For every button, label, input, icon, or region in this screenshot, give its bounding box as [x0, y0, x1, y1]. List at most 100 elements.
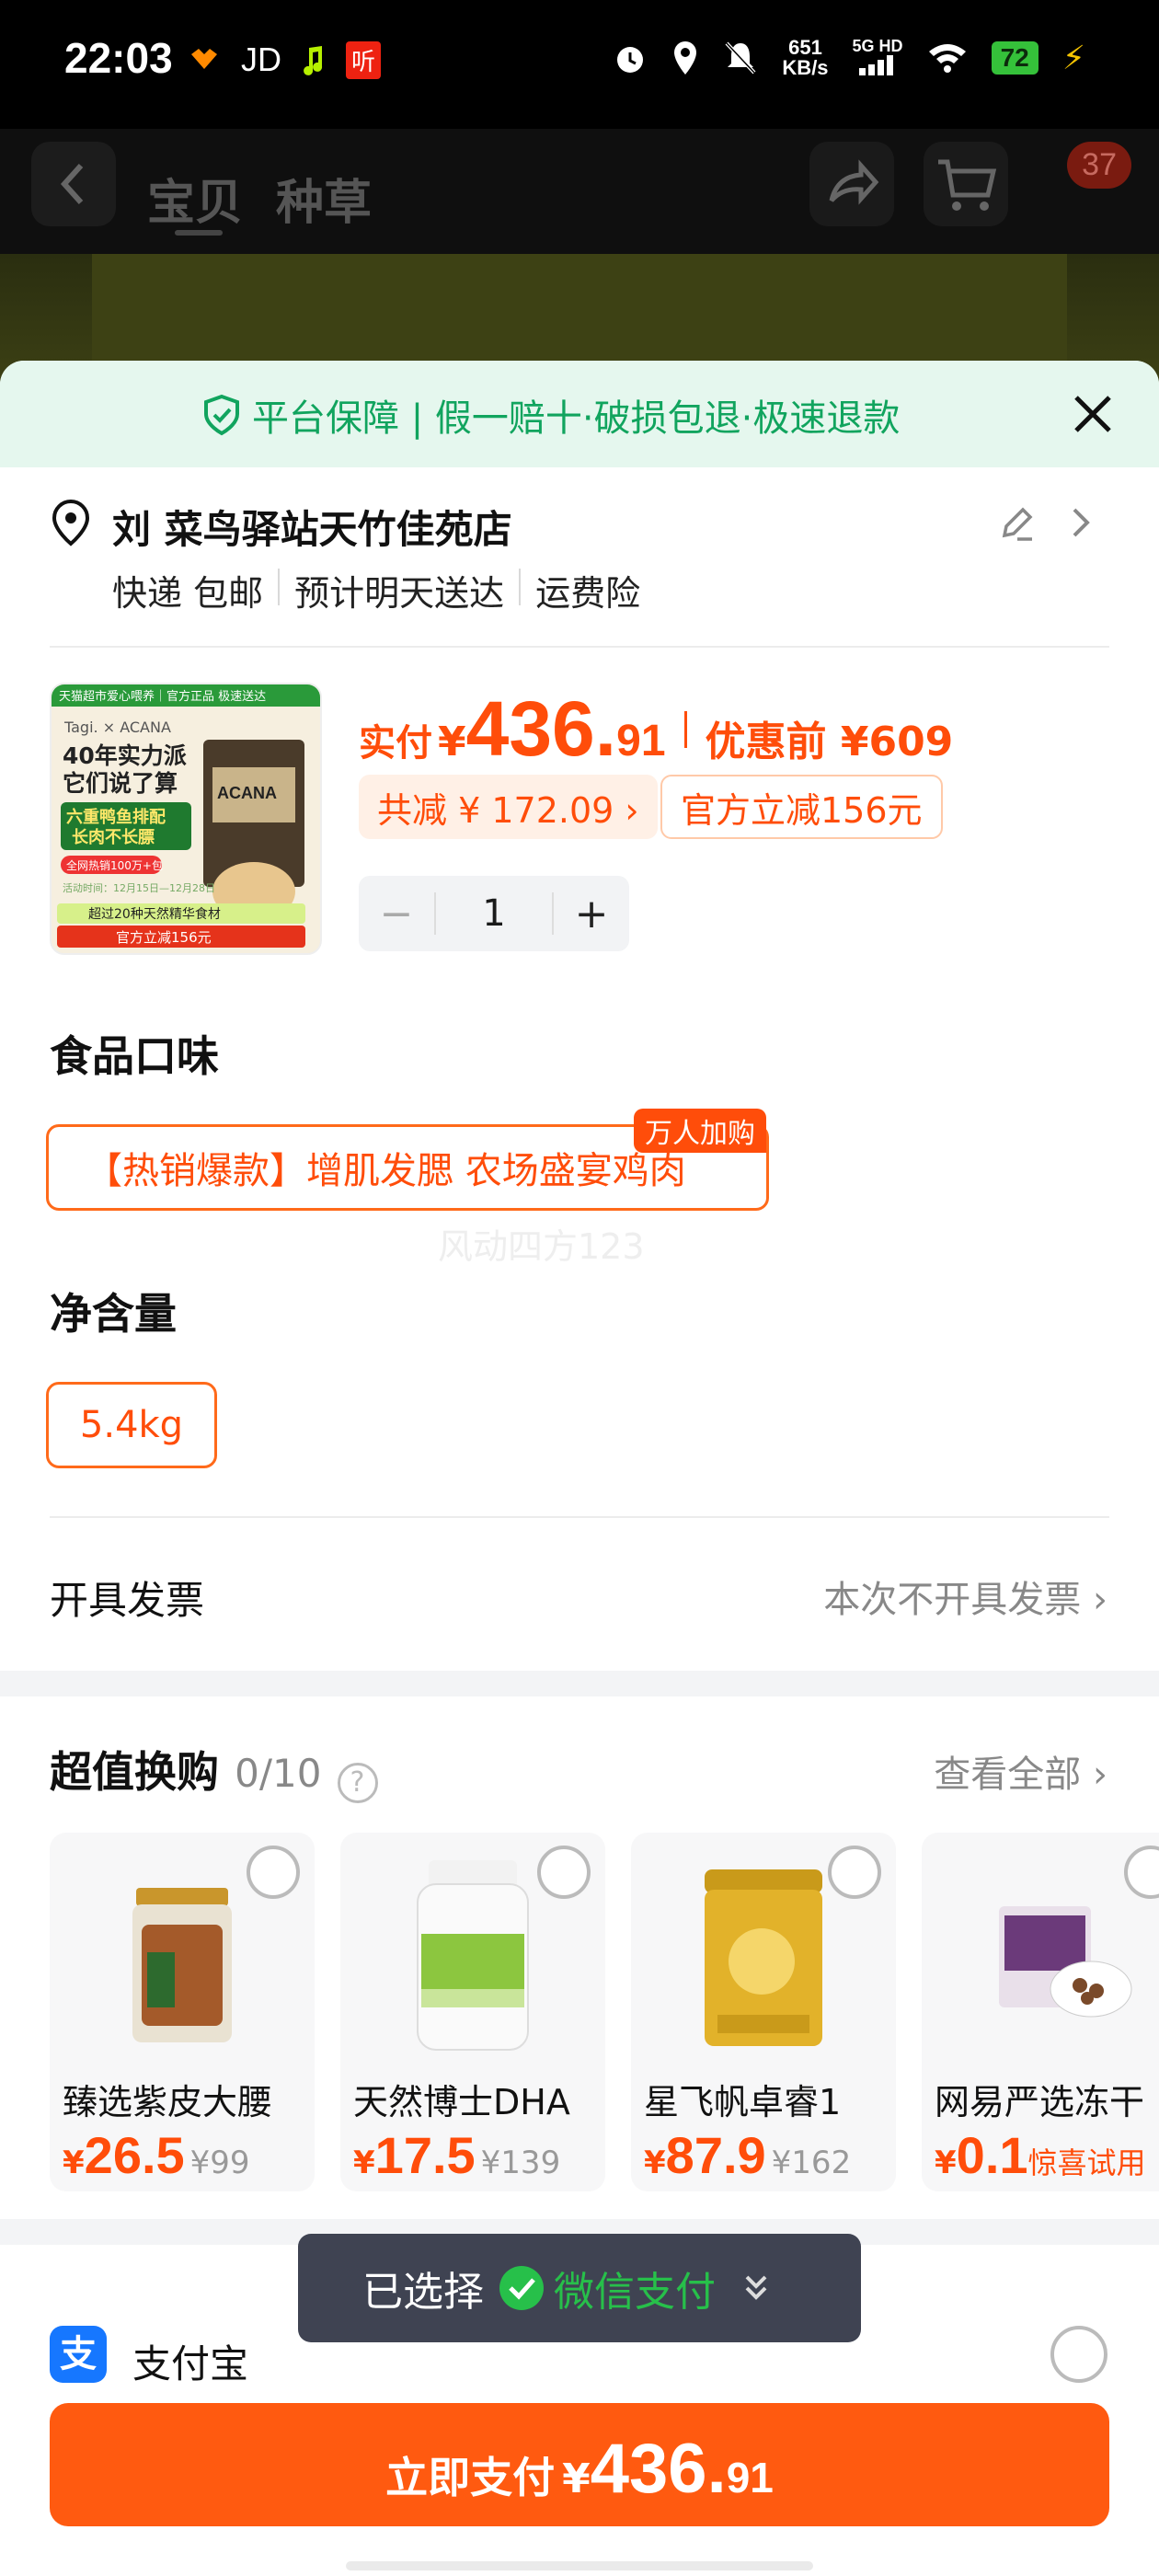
checkout-sheet: 平台保障 | 假一赔十·破损包退·极速退款 刘 菜鸟驿站天竹佳苑店 快递 包邮 …	[0, 361, 1159, 2576]
card-price: ¥17.5 ¥139	[353, 2126, 561, 2184]
chevron-right-icon[interactable]	[1067, 504, 1095, 541]
wechat-pay-method: 微信支付	[499, 2259, 716, 2317]
net-speed: 651 KB/s	[782, 38, 828, 78]
wechat-pay-label: 微信支付	[554, 2269, 716, 2316]
card-price: ¥87.9 ¥162	[644, 2126, 852, 2184]
dimmed-page-header: 宝贝 种草 37	[0, 129, 1159, 254]
cart-button[interactable]	[924, 142, 1008, 226]
close-icon[interactable]	[1067, 388, 1119, 440]
final-price: 实付 ¥ 436. 91 优惠前 ¥609	[359, 684, 953, 774]
wechat-check-icon	[499, 2266, 544, 2310]
exchange-title: 超值换购	[50, 1747, 219, 1797]
thumb-bag-label: ACANA	[217, 784, 277, 802]
exchange-card[interactable]: 臻选紫皮大腰 ¥26.5 ¥99	[50, 1833, 315, 2191]
thumb-date: 活动时间：12月15日—12月28日	[63, 882, 215, 894]
net-speed-unit: KB/s	[782, 56, 829, 79]
watermark: 风动四方123	[438, 1226, 645, 1267]
thumb-banner: 天猫超市爱心喂养｜官方正品 极速送达	[59, 689, 266, 704]
official-discount-chip: 官方立减156元	[660, 775, 943, 839]
price-decimal: 91	[616, 717, 666, 765]
card-price: ¥0.1惊喜试用	[935, 2126, 1146, 2184]
guarantee-label: 平台保障 | 假一赔十·破损包退·极速退款	[252, 397, 901, 440]
invoice-row[interactable]: 开具发票 本次不开具发票 ›	[50, 1557, 1107, 1630]
invoice-value: 本次不开具发票 ›	[823, 1579, 1107, 1621]
price-before-discount: 优惠前 ¥609	[705, 719, 954, 765]
help-circle-icon[interactable]: ?	[337, 1762, 378, 1803]
alipay-radio[interactable]	[1050, 2326, 1107, 2383]
weight-option[interactable]: 5.4kg	[46, 1382, 217, 1468]
exchange-card[interactable]: 天然博士DHA ¥17.5 ¥139	[340, 1833, 605, 2191]
location-icon	[674, 41, 697, 75]
product-image	[999, 1906, 1132, 2018]
mute-bell-icon	[725, 41, 756, 75]
exchange-count: 0/10	[235, 1751, 322, 1796]
selected-payment-toast[interactable]: 已选择 微信支付	[298, 2234, 861, 2342]
price-integer: 436.	[465, 685, 617, 772]
pay-amount-decimal: 91	[726, 2454, 774, 2501]
quantity-stepper: − 1 +	[359, 876, 629, 951]
flavor-title: 食品口味	[50, 1031, 219, 1081]
thumb-tag1: 六重鸭鱼排配	[66, 807, 166, 827]
alipay-label: 支付宝	[132, 2341, 249, 2386]
delivery-info: 快递 包邮 预计明天送达 运费险	[112, 565, 640, 615]
invoice-label: 开具发票	[50, 1578, 205, 1623]
alipay-icon: 支	[50, 2326, 107, 2383]
pay-currency: ¥	[562, 2455, 591, 2502]
back-button[interactable]	[31, 142, 116, 226]
share-icon	[829, 159, 879, 205]
platform-guarantee-bar: 平台保障 | 假一赔十·破损包退·极速退款	[0, 361, 1159, 467]
flavor-option-label: 【热销爆款】增肌发腮 农场盛宴鸡肉	[86, 1150, 686, 1192]
total-discount-chip[interactable]: 共减 ¥ 172.09 ›	[359, 775, 658, 839]
tab-item[interactable]: 宝贝	[147, 164, 243, 233]
music-icon	[304, 46, 323, 75]
section-separator	[0, 1671, 1159, 1696]
status-notification-icons: JD 听	[188, 40, 382, 79]
popular-badge: 万人加购	[634, 1109, 766, 1153]
location-pin-icon	[52, 499, 90, 546]
ting-app-icon: 听	[346, 40, 382, 79]
address-name: 刘 菜鸟驿站天竹佳苑店	[112, 507, 512, 552]
thumb-slogan2: 它们说了算	[63, 770, 178, 797]
toast-label: 已选择	[362, 2269, 484, 2316]
wifi-icon	[928, 44, 966, 73]
signal-icon	[859, 55, 894, 75]
tab-seeding[interactable]: 种草	[276, 164, 372, 233]
select-radio[interactable]	[537, 1846, 591, 1899]
heart-app-icon	[191, 49, 217, 69]
increase-quantity-button[interactable]: +	[554, 891, 629, 937]
price-currency: ¥	[438, 719, 466, 765]
card-name: 天然博士DHA	[353, 2082, 570, 2122]
share-button[interactable]	[809, 142, 894, 226]
flavor-option[interactable]: 【热销爆款】增肌发腮 农场盛宴鸡肉 万人加购	[46, 1109, 769, 1211]
delivery-eta: 预计明天送达	[294, 573, 505, 614]
card-name: 网易严选冻干	[935, 2082, 1145, 2122]
divider	[50, 1516, 1109, 1518]
guarantee-text: 平台保障 | 假一赔十·破损包退·极速退款	[202, 388, 900, 442]
pay-amount-integer: 436.	[590, 2430, 727, 2508]
thumb-brand: Tagi. × ACANA	[63, 719, 171, 736]
select-radio[interactable]	[247, 1846, 300, 1899]
thumb-feature: 超过20种天然精华食材	[88, 906, 221, 922]
chevron-double-down-icon	[745, 2275, 767, 2300]
status-bar: 22:03 JD 听 651 KB/s 5G HD 72 ⚡	[0, 0, 1159, 129]
thumb-gift: 全网热销100万+包	[66, 858, 163, 872]
cart-count-badge: 37	[1067, 142, 1131, 189]
thumb-tag2: 长肉不长膘	[72, 827, 155, 847]
view-all-link[interactable]: 查看全部 ›	[934, 1744, 1107, 1798]
product-thumbnail[interactable]: 天猫超市爱心喂养｜官方正品 极速送达 Tagi. × ACANA 40年实力派 …	[50, 683, 322, 955]
product-image: 天猫超市爱心喂养｜官方正品 极速送达 Tagi. × ACANA 40年实力派 …	[52, 684, 320, 953]
quantity-value[interactable]: 1	[434, 892, 554, 935]
price-label: 实付	[359, 722, 432, 765]
exchange-card[interactable]: 网易严选冻干 ¥0.1惊喜试用	[922, 1833, 1159, 2191]
charging-bolt-icon: ⚡	[1061, 39, 1085, 77]
pay-now-button[interactable]: 立即支付 ¥ 436. 91	[50, 2403, 1109, 2526]
edit-pencil-icon[interactable]	[997, 502, 1038, 543]
exchange-card[interactable]: 星飞帆卓睿1 ¥87.9 ¥162	[631, 1833, 896, 2191]
active-tab-indicator	[175, 230, 223, 236]
decrease-quantity-button[interactable]: −	[359, 891, 434, 937]
network-type: 5G HD	[853, 37, 903, 79]
jd-icon: JD	[241, 40, 281, 78]
select-radio[interactable]	[828, 1846, 881, 1899]
back-arrow-icon	[60, 163, 84, 205]
status-right-icons: 651 KB/s 5G HD 72 ⚡	[613, 37, 1085, 79]
